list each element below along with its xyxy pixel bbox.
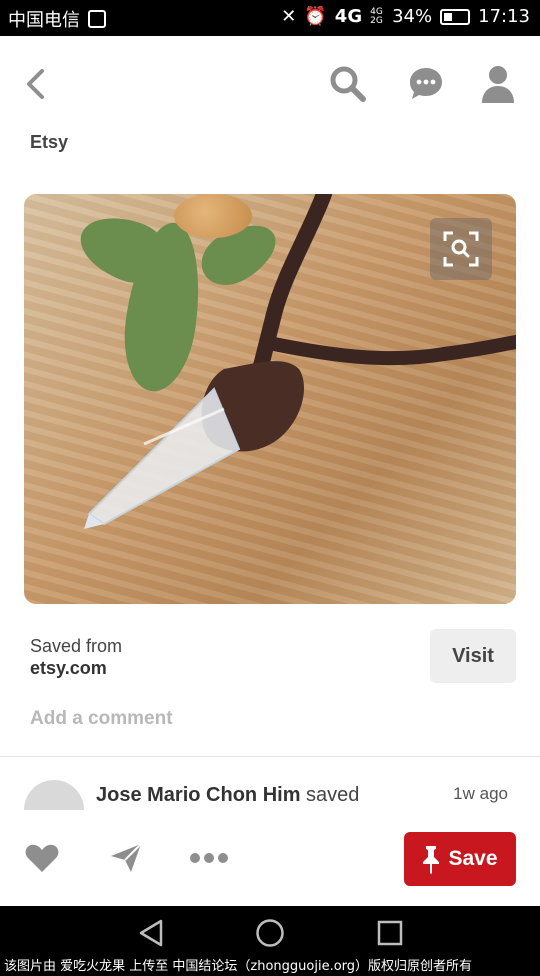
top-bar xyxy=(0,36,540,132)
search-button[interactable] xyxy=(326,62,370,106)
pin-source-label[interactable]: Etsy xyxy=(30,132,68,153)
send-button[interactable] xyxy=(106,840,146,876)
activity-verb: saved xyxy=(306,784,360,806)
action-bar: Save xyxy=(0,810,540,906)
visual-search-icon xyxy=(443,231,479,267)
pin-icon xyxy=(423,846,440,874)
pin-image[interactable] xyxy=(24,194,516,604)
battery-icon xyxy=(440,8,471,25)
chat-bubble-icon xyxy=(410,68,442,99)
system-nav-bar xyxy=(0,906,540,958)
heart-icon xyxy=(25,844,59,872)
more-dots-icon xyxy=(190,853,228,863)
nav-recents-button[interactable] xyxy=(373,916,407,950)
activity-text: Jose Mario Chon Him saved xyxy=(96,784,359,807)
nav-back-button[interactable] xyxy=(134,916,168,950)
visual-search-button[interactable] xyxy=(430,218,492,280)
save-button[interactable]: Save xyxy=(404,832,516,886)
carrier-label: 中国电信 xyxy=(8,10,80,31)
back-button[interactable] xyxy=(18,64,52,104)
battery-percent: 34% xyxy=(392,6,433,27)
watermark-footer: 该图片由 爱吃火龙果 上传至 中国结论坛（zhongguojie.org）版权归… xyxy=(0,958,540,976)
status-left: 中国电信 xyxy=(8,6,106,32)
save-button-label: Save xyxy=(448,847,498,870)
status-right: ✕ ⏰ 4G 4G 2G 34% 17:13 xyxy=(281,6,530,27)
add-comment-input[interactable]: Add a comment xyxy=(30,708,173,730)
mute-icon: ✕ xyxy=(281,6,297,27)
activity-row[interactable]: Jose Mario Chon Him saved 1w ago xyxy=(0,770,540,810)
alarm-icon: ⏰ xyxy=(304,6,327,27)
user-icon xyxy=(482,66,514,103)
clock-time: 17:13 xyxy=(478,6,530,27)
status-bar: 中国电信 ✕ ⏰ 4G 4G 2G 34% 17:13 xyxy=(0,0,540,36)
network-small-label: 4G 2G xyxy=(370,6,383,26)
saved-from-domain[interactable]: etsy.com xyxy=(30,658,107,679)
circle-home-icon xyxy=(256,919,284,947)
avatar[interactable] xyxy=(24,780,84,810)
send-icon xyxy=(111,843,142,872)
image-notification-icon xyxy=(88,10,106,28)
divider xyxy=(0,756,540,757)
chevron-left-icon xyxy=(27,69,44,99)
nav-home-button[interactable] xyxy=(253,916,287,950)
square-recents-icon xyxy=(377,920,403,946)
triangle-back-icon xyxy=(139,919,163,947)
profile-button[interactable] xyxy=(478,62,518,106)
activity-time: 1w ago xyxy=(453,784,508,803)
like-button[interactable] xyxy=(22,840,62,876)
saved-from-label: Saved from xyxy=(30,636,123,656)
messages-button[interactable] xyxy=(404,62,448,106)
network-label: 4G xyxy=(334,6,363,27)
search-icon xyxy=(330,66,366,102)
activity-user-name[interactable]: Jose Mario Chon Him xyxy=(96,784,300,806)
more-options-button[interactable] xyxy=(186,846,232,870)
visit-button[interactable]: Visit xyxy=(430,629,516,683)
